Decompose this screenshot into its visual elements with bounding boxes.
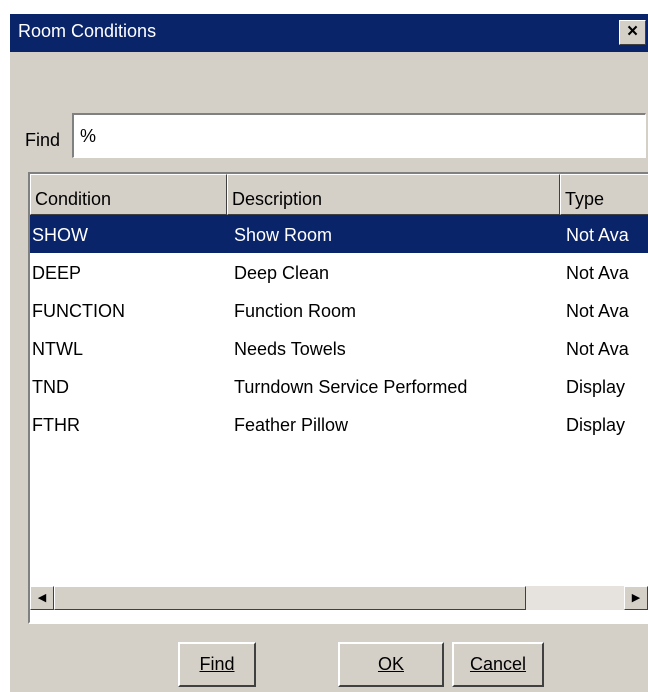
table-row[interactable]: SHOW Show Room Not Ava [30, 215, 648, 253]
cell-condition: SHOW [32, 225, 88, 245]
scroll-thumb[interactable] [54, 586, 526, 610]
close-button[interactable]: × [619, 20, 646, 45]
cell-description: Feather Pillow [234, 415, 349, 435]
cell-description: Needs Towels [234, 339, 346, 359]
column-header-type[interactable]: Type [560, 174, 648, 215]
cancel-button[interactable]: Cancel [452, 642, 544, 687]
ok-button[interactable]: OK [338, 642, 444, 687]
table-row[interactable]: FUNCTION Function Room Not Ava [30, 291, 648, 329]
conditions-grid: Condition Description Type SHOW Show Roo… [28, 172, 648, 624]
find-input[interactable] [72, 113, 646, 158]
cell-type: Display [566, 415, 626, 435]
table-row[interactable]: DEEP Deep Clean Not Ava [30, 253, 648, 291]
cell-type: Not Ava [566, 225, 629, 245]
cell-type: Not Ava [566, 301, 629, 321]
grid-header: Condition Description Type [30, 174, 648, 215]
cell-description: Deep Clean [234, 263, 330, 283]
scroll-left-button[interactable]: ◀ [30, 586, 54, 610]
cell-type: Display [566, 377, 626, 397]
arrow-right-icon: ▶ [631, 592, 641, 604]
column-header-condition[interactable]: Condition [30, 174, 227, 215]
arrow-left-icon: ◀ [37, 592, 47, 604]
table-row[interactable]: FTHR Feather Pillow Display [30, 405, 648, 443]
cell-type: Not Ava [566, 263, 629, 283]
scroll-right-button[interactable]: ▶ [624, 586, 648, 610]
find-label: Find [25, 130, 61, 150]
cell-condition: FTHR [32, 415, 80, 435]
close-icon: × [626, 21, 639, 42]
horizontal-scrollbar[interactable]: ◀ ▶ [30, 586, 648, 610]
table-row[interactable]: TND Turndown Service Performed Display [30, 367, 648, 405]
table-row[interactable]: NTWL Needs Towels Not Ava [30, 329, 648, 367]
cell-description: Function Room [234, 301, 357, 321]
cell-condition: TND [32, 377, 69, 397]
cell-condition: NTWL [32, 339, 83, 359]
room-conditions-dialog: Room Conditions × Find Condition Descrip… [10, 14, 648, 692]
title-bar[interactable]: Room Conditions × [10, 14, 648, 52]
cell-description: Show Room [234, 225, 333, 245]
cell-type: Not Ava [566, 339, 629, 359]
cell-condition: FUNCTION [32, 301, 125, 321]
cell-description: Turndown Service Performed [234, 377, 468, 397]
column-header-description[interactable]: Description [227, 174, 560, 215]
window-title: Room Conditions [18, 21, 157, 41]
cell-condition: DEEP [32, 263, 82, 283]
find-button[interactable]: Find [178, 642, 256, 687]
